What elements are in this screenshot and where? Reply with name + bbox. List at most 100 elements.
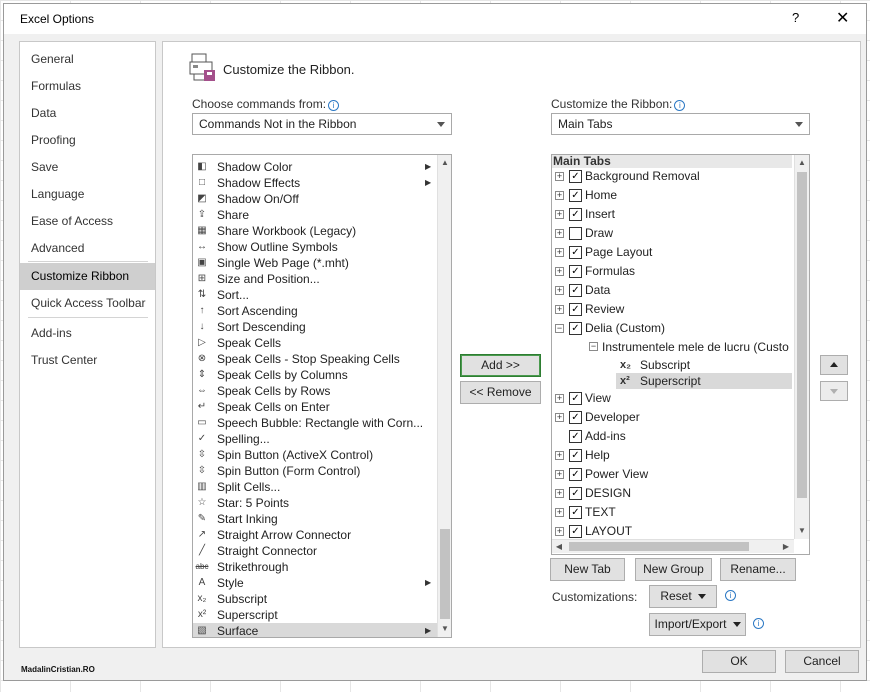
scroll-left-icon[interactable]: ◀ [552,539,566,554]
tab-checkbox[interactable]: ✓ [569,392,582,405]
tab-checkbox[interactable]: ✓ [569,468,582,481]
tab-item[interactable]: + ✓ Background Removal [552,167,792,186]
command-item[interactable]: ↑ Sort Ascending [193,303,437,319]
command-item[interactable]: ⊗ Speak Cells - Stop Speaking Cells [193,351,437,367]
command-item[interactable]: ☆ Star: 5 Points [193,495,437,511]
command-item[interactable]: ╱ Straight Connector [193,543,437,559]
tab-item[interactable]: + ✓ DESIGN [552,484,792,503]
tab-checkbox[interactable]: ✓ [569,322,582,335]
nav-item-ease-of-access[interactable]: Ease of Access [20,208,155,235]
command-item[interactable]: ▭ Speech Bubble: Rectangle with Corn... [193,415,437,431]
tab-item[interactable]: + Draw [552,224,792,243]
commands-list[interactable]: ◧ Shadow Color ▶ □ Shadow Effects ▶ ◩ Shadow On… [192,154,452,638]
expand-icon[interactable]: + [555,527,564,536]
group-command-item[interactable]: x₂ Subscript [616,357,792,373]
ribbon-tree[interactable]: Main Tabs + ✓ Background Removal + ✓ Home + ✓ In… [551,154,810,555]
ribbon-tabs-combo[interactable]: Main Tabs [551,113,810,135]
command-item[interactable]: ⇳ Spin Button (ActiveX Control) [193,447,437,463]
tree-hscrollbar[interactable]: ◀ ▶ [552,539,794,553]
tab-item[interactable]: + ✓ Review [552,300,792,319]
tab-checkbox[interactable]: ✓ [569,449,582,462]
command-item[interactable]: ↓ Sort Descending [193,319,437,335]
new-group-button[interactable]: New Group [635,558,712,581]
expand-icon[interactable]: + [555,470,564,479]
nav-item-language[interactable]: Language [20,181,155,208]
nav-item-trust-center[interactable]: Trust Center [20,347,155,374]
new-tab-button[interactable]: New Tab [550,558,625,581]
move-down-button[interactable] [820,381,848,401]
command-item[interactable]: ✓ Spelling... [193,431,437,447]
ok-button[interactable]: OK [702,650,776,673]
nav-item-quick-access-toolbar[interactable]: Quick Access Toolbar [20,290,155,317]
collapse-icon[interactable]: − [589,342,598,351]
nav-item-advanced[interactable]: Advanced [20,235,155,262]
tree-vscrollbar[interactable]: ▲ ▼ [794,155,809,539]
move-up-button[interactable] [820,355,848,375]
expand-icon[interactable]: + [555,172,564,181]
command-item[interactable]: ⇳ Spin Button (Form Control) [193,463,437,479]
scroll-down-icon[interactable]: ▼ [795,523,809,538]
command-item[interactable]: x₂ Subscript [193,591,437,607]
rename-button[interactable]: Rename... [720,558,796,581]
remove-button[interactable]: << Remove [460,381,541,404]
tab-checkbox[interactable]: ✓ [569,170,582,183]
tab-item[interactable]: − ✓ Delia (Custom) [552,319,792,338]
command-item[interactable]: ◩ Shadow On/Off [193,191,437,207]
command-item[interactable]: ▦ Share Workbook (Legacy) [193,223,437,239]
command-item[interactable]: ▣ Single Web Page (*.mht) [193,255,437,271]
expand-icon[interactable]: + [555,248,564,257]
tab-checkbox[interactable]: ✓ [569,265,582,278]
tab-item[interactable]: + ✓ Power View [552,465,792,484]
commands-scrollbar[interactable]: ▲ ▼ [437,155,451,637]
expand-icon[interactable]: + [555,191,564,200]
command-item[interactable]: ▥ Split Cells... [193,479,437,495]
nav-item-data[interactable]: Data [20,100,155,127]
scroll-thumb[interactable] [569,542,749,551]
tab-item[interactable]: + ✓ Formulas [552,262,792,281]
tab-checkbox[interactable]: ✓ [569,208,582,221]
tab-item[interactable]: + ✓ Page Layout [552,243,792,262]
tab-checkbox[interactable]: ✓ [569,246,582,259]
tab-checkbox[interactable]: ✓ [569,506,582,519]
tab-checkbox[interactable]: ✓ [569,189,582,202]
tab-checkbox[interactable]: ✓ [569,411,582,424]
scroll-down-icon[interactable]: ▼ [438,621,451,636]
expand-icon[interactable]: + [555,394,564,403]
tab-checkbox[interactable]: ✓ [569,430,582,443]
cancel-button[interactable]: Cancel [785,650,859,673]
expand-icon[interactable]: + [555,210,564,219]
scroll-thumb[interactable] [440,529,450,619]
expand-icon[interactable]: + [555,451,564,460]
expand-icon[interactable]: + [555,286,564,295]
nav-item-save[interactable]: Save [20,154,155,181]
group-item[interactable]: − Instrumentele mele de lucru (Custo [552,339,792,355]
command-item[interactable]: ▷ Speak Cells [193,335,437,351]
command-item[interactable]: ⇕ Speak Cells by Columns [193,367,437,383]
tab-item[interactable]: + ✓ View [552,389,792,408]
tab-checkbox[interactable]: ✓ [569,284,582,297]
tab-checkbox[interactable]: ✓ [569,303,582,316]
tab-checkbox[interactable] [569,227,582,240]
command-item[interactable]: ⇪ Share [193,207,437,223]
expand-icon[interactable]: + [555,489,564,498]
reset-button[interactable]: Reset [649,585,717,608]
nav-item-general[interactable]: General [20,46,155,73]
nav-item-proofing[interactable]: Proofing [20,127,155,154]
command-item[interactable]: ↗ Straight Arrow Connector [193,527,437,543]
command-item[interactable]: ⇔ Speak Cells by Rows [193,383,437,399]
command-item[interactable]: abc Strikethrough [193,559,437,575]
command-item[interactable]: ↵ Speak Cells on Enter [193,399,437,415]
command-item[interactable]: x² Superscript [193,607,437,623]
nav-item-formulas[interactable]: Formulas [20,73,155,100]
close-button[interactable]: ✕ [836,8,849,28]
command-item[interactable]: ⊞ Size and Position... [193,271,437,287]
tab-item[interactable]: + ✓ Data [552,281,792,300]
command-item[interactable]: □ Shadow Effects ▶ [193,175,437,191]
import-export-button[interactable]: Import/Export [649,613,746,636]
group-command-item[interactable]: x² Superscript [616,373,792,389]
command-item[interactable]: A Style ▶ [193,575,437,591]
expand-icon[interactable]: + [555,229,564,238]
expand-icon[interactable]: + [555,305,564,314]
scroll-thumb[interactable] [797,172,807,498]
nav-item-customize-ribbon[interactable]: Customize Ribbon [20,263,155,290]
